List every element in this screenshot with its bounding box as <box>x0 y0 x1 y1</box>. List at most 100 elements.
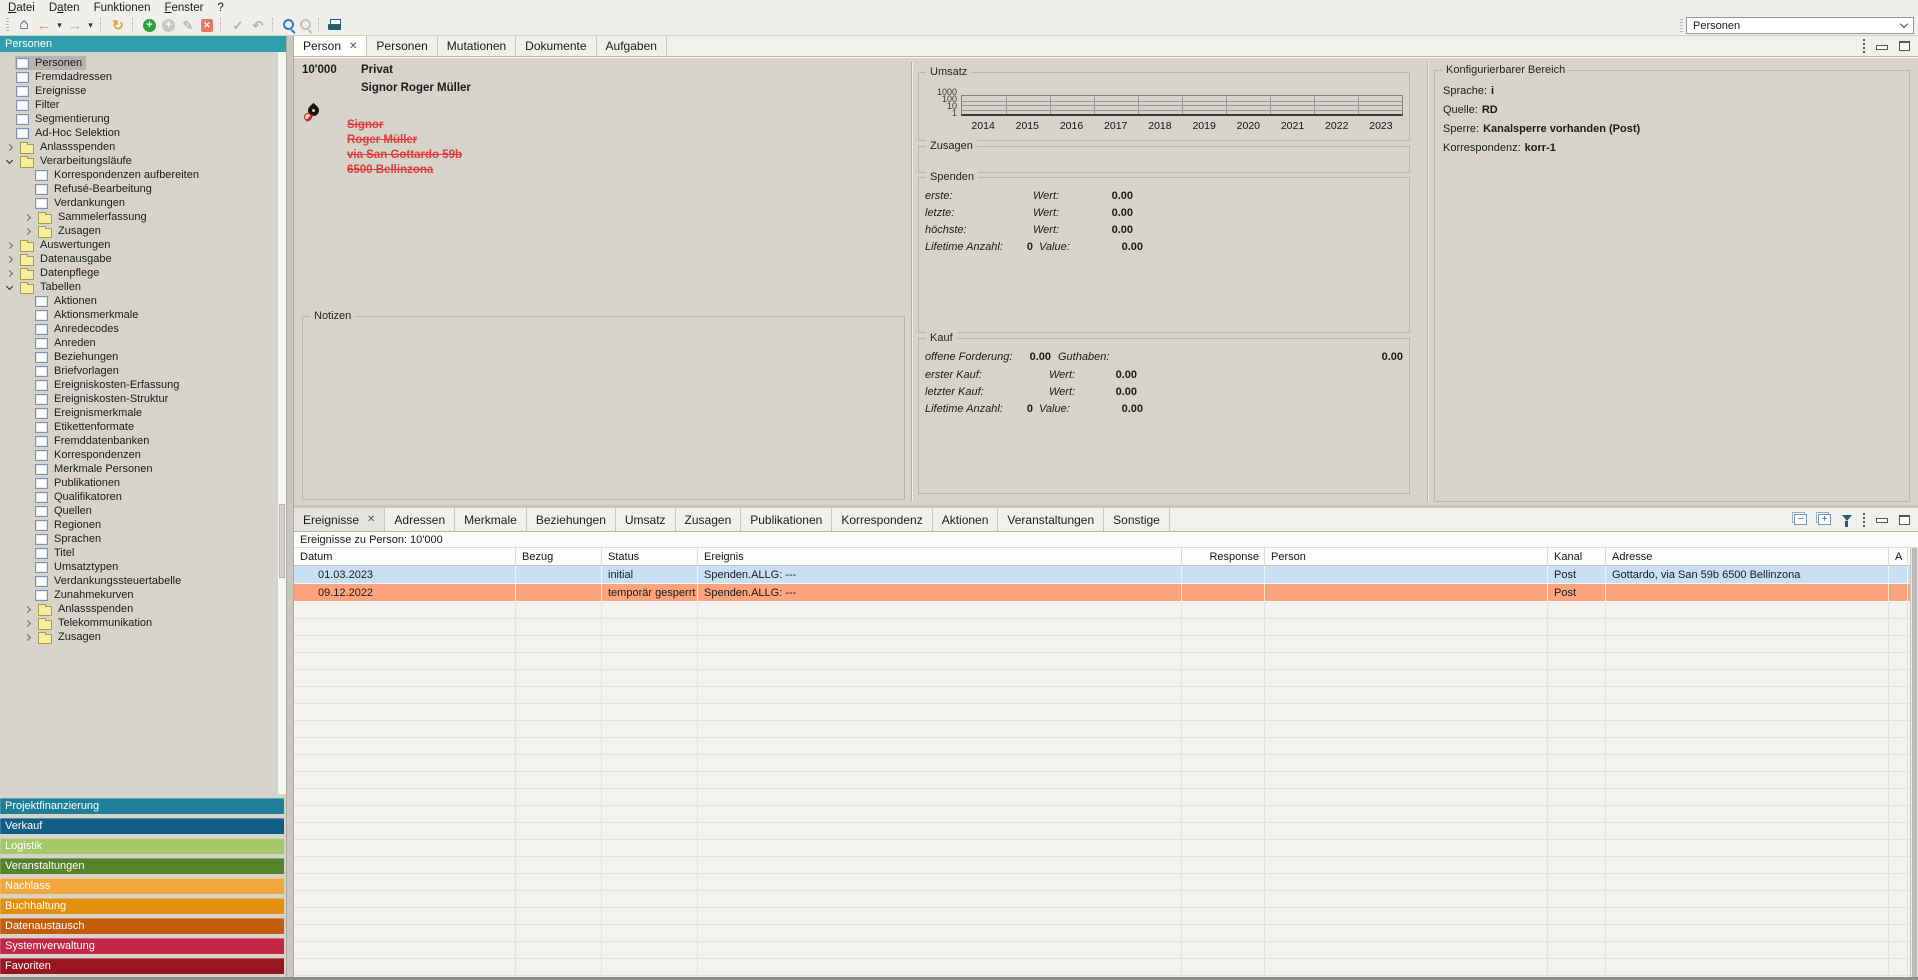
maximize-panel-icon[interactable] <box>1899 41 1910 51</box>
expand-rows-icon[interactable] <box>1818 514 1831 525</box>
search-icon[interactable] <box>281 17 296 33</box>
tree-item-filter[interactable]: Filter <box>0 98 278 112</box>
tree-item-tabellen[interactable]: Tabellen <box>0 280 278 294</box>
tree-item-anlassspenden[interactable]: Anlassspenden <box>0 140 278 154</box>
tree-item-anlassspenden[interactable]: Anlassspenden <box>0 602 278 616</box>
tree-item-anreden[interactable]: Anreden <box>0 336 278 350</box>
tab-adressen[interactable]: Adressen <box>385 508 455 531</box>
tree-item-ereigniskosten-erfassung[interactable]: Ereigniskosten-Erfassung <box>0 378 278 392</box>
sidebar-section-favoriten[interactable]: Favoriten <box>0 958 284 974</box>
table-row-empty[interactable] <box>294 738 1910 755</box>
tree-item-sammelerfassung[interactable]: Sammelerfassung <box>0 210 278 224</box>
tree-item-merkmale-personen[interactable]: Merkmale Personen <box>0 462 278 476</box>
tree-item-datenpflege[interactable]: Datenpflege <box>0 266 278 280</box>
menu-fenster[interactable]: Fenster <box>162 2 211 14</box>
tab-umsatz[interactable]: Umsatz <box>616 508 676 531</box>
table-row-empty[interactable] <box>294 908 1910 925</box>
tree-scrollbar[interactable] <box>278 52 286 794</box>
tree-item-zusagen[interactable]: Zusagen <box>0 224 278 238</box>
tab-aktionen[interactable]: Aktionen <box>933 508 999 531</box>
table-row-empty[interactable] <box>294 925 1910 942</box>
menu-item[interactable]: ? <box>215 2 231 14</box>
table-row-empty[interactable] <box>294 653 1910 670</box>
column-header-ereignis[interactable]: Ereignis <box>698 548 1182 565</box>
column-header-datum[interactable]: Datum <box>294 548 516 565</box>
tree-item-fremdadressen[interactable]: Fremdadressen <box>0 70 278 84</box>
module-select[interactable]: Personen <box>1686 17 1914 34</box>
tree-item-ereigniskosten-struktur[interactable]: Ereigniskosten-Struktur <box>0 392 278 406</box>
table-row-empty[interactable] <box>294 636 1910 653</box>
chevron-right-icon[interactable] <box>24 619 31 626</box>
chevron-right-icon[interactable] <box>24 633 31 640</box>
sidebar-section-nachlass[interactable]: Nachlass <box>0 878 284 894</box>
sidebar-section-verkauf[interactable]: Verkauf <box>0 818 284 834</box>
chevron-right-icon[interactable] <box>6 255 13 262</box>
table-row-empty[interactable] <box>294 857 1910 874</box>
tab-aufgaben[interactable]: Aufgaben <box>597 36 667 56</box>
tree-item-etikettenformate[interactable]: Etikettenformate <box>0 420 278 434</box>
chevron-right-icon[interactable] <box>6 269 13 276</box>
tab-zusagen[interactable]: Zusagen <box>676 508 742 531</box>
table-row-empty[interactable] <box>294 806 1910 823</box>
delete-icon[interactable] <box>201 19 213 32</box>
tab-person[interactable]: Person✕ <box>294 36 367 56</box>
filter-icon[interactable] <box>1842 515 1852 521</box>
search-disabled-icon[interactable] <box>298 17 313 33</box>
chevron-down-icon[interactable] <box>6 282 13 289</box>
sidebar-section-projektfinanzierung[interactable]: Projektfinanzierung <box>0 798 284 814</box>
back-icon[interactable] <box>35 17 53 34</box>
collapse-rows-icon[interactable] <box>1794 514 1807 525</box>
print-icon[interactable] <box>327 18 342 32</box>
column-header-a[interactable]: A <box>1889 548 1908 565</box>
tree-item-anredecodes[interactable]: Anredecodes <box>0 322 278 336</box>
tree-item-aktionsmerkmale[interactable]: Aktionsmerkmale <box>0 308 278 322</box>
chevron-right-icon[interactable] <box>24 227 31 234</box>
maximize-panel-icon[interactable] <box>1899 515 1910 525</box>
menu-funktionen[interactable]: Funktionen <box>92 2 159 14</box>
forward-icon[interactable] <box>66 17 84 34</box>
home-icon[interactable] <box>15 17 33 34</box>
sidebar-splitter[interactable] <box>286 36 294 980</box>
sidebar-section-datenaustausch[interactable]: Datenaustausch <box>0 918 284 934</box>
table-row-empty[interactable] <box>294 874 1910 891</box>
notes-groupbox[interactable]: Notizen <box>302 316 905 500</box>
minimize-panel-icon[interactable] <box>1876 518 1888 523</box>
add-disabled-icon[interactable] <box>162 19 175 32</box>
column-header-bezug[interactable]: Bezug <box>516 548 602 565</box>
tree-item-beziehungen[interactable]: Beziehungen <box>0 350 278 364</box>
refresh-icon[interactable] <box>109 17 127 34</box>
tree-item-qualifikatoren[interactable]: Qualifikatoren <box>0 490 278 504</box>
chevron-right-icon[interactable] <box>24 213 31 220</box>
tab-korrespondenz[interactable]: Korrespondenz <box>832 508 932 531</box>
tree-item-briefvorlagen[interactable]: Briefvorlagen <box>0 364 278 378</box>
column-header-person[interactable]: Person <box>1265 548 1548 565</box>
tab-sonstige[interactable]: Sonstige <box>1104 508 1170 531</box>
tree-item-verdankungssteuertabelle[interactable]: Verdankungssteuertabelle <box>0 574 278 588</box>
tree-item-verdankungen[interactable]: Verdankungen <box>0 196 278 210</box>
tree-item-umsatztypen[interactable]: Umsatztypen <box>0 560 278 574</box>
tree-item-ereignisse[interactable]: Ereignisse <box>0 84 278 98</box>
tree-item-datenausgabe[interactable]: Datenausgabe <box>0 252 278 266</box>
table-row-empty[interactable] <box>294 687 1910 704</box>
table-row-empty[interactable] <box>294 602 1910 619</box>
tree-item-aktionen[interactable]: Aktionen <box>0 294 278 308</box>
tree-item-refus-bearbeitung[interactable]: Refusé-Bearbeitung <box>0 182 278 196</box>
table-row-empty[interactable] <box>294 891 1910 908</box>
tree-item-publikationen[interactable]: Publikationen <box>0 476 278 490</box>
add-icon[interactable] <box>143 19 156 32</box>
tree-item-telekommunikation[interactable]: Telekommunikation <box>0 616 278 630</box>
chevron-right-icon[interactable] <box>6 241 13 248</box>
tree-item-ad-hoc-selektion[interactable]: Ad-Hoc Selektion <box>0 126 278 140</box>
tab-ereignisse[interactable]: Ereignisse✕ <box>294 508 385 531</box>
table-row-empty[interactable] <box>294 670 1910 687</box>
tree-item-zusagen[interactable]: Zusagen <box>0 630 278 644</box>
menu-datei[interactable]: Datei <box>6 2 43 14</box>
table-row-empty[interactable] <box>294 619 1910 636</box>
tree-item-quellen[interactable]: Quellen <box>0 504 278 518</box>
tree-item-personen[interactable]: Personen <box>0 56 278 70</box>
table-row-empty[interactable] <box>294 721 1910 738</box>
table-row-empty[interactable] <box>294 840 1910 857</box>
tree-item-zunahmekurven[interactable]: Zunahmekurven <box>0 588 278 602</box>
sidebar-section-buchhaltung[interactable]: Buchhaltung <box>0 898 284 914</box>
tab-beziehungen[interactable]: Beziehungen <box>527 508 616 531</box>
